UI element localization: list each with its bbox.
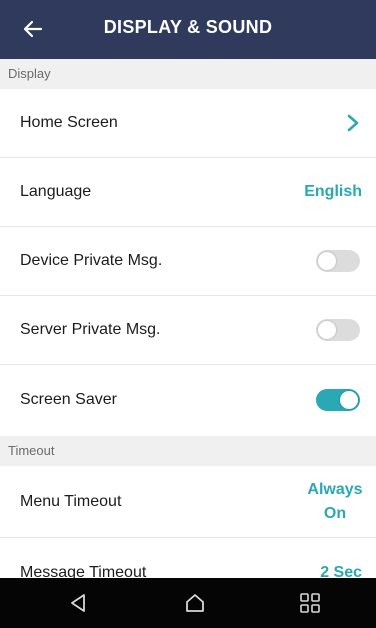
toggle-knob: [318, 321, 336, 339]
server-private-msg-toggle[interactable]: [316, 319, 360, 341]
system-nav-bar: [0, 578, 376, 628]
display-sound-screen: DISPLAY & SOUND Display Home Screen Lang…: [0, 0, 376, 628]
nav-home-button[interactable]: [183, 591, 207, 615]
server-private-msg-label: Server Private Msg.: [20, 321, 161, 338]
device-private-msg-row: Device Private Msg.: [0, 227, 376, 296]
toggle-knob: [318, 252, 336, 270]
menu-timeout-value-line2: On: [323, 504, 347, 522]
section-header-timeout: Timeout: [0, 436, 376, 466]
section-header-display: Display: [0, 59, 376, 89]
home-icon: [186, 594, 204, 612]
grid-icon: [300, 593, 320, 613]
triangle-back-icon: [71, 594, 85, 612]
home-screen-label: Home Screen: [20, 114, 118, 131]
menu-timeout-label: Menu Timeout: [20, 492, 122, 510]
menu-timeout-value-line1: Always: [307, 480, 363, 498]
server-private-msg-row: Server Private Msg.: [0, 296, 376, 365]
app-header: DISPLAY & SOUND: [0, 0, 376, 59]
language-label: Language: [20, 183, 92, 200]
menu-timeout-value: Always On: [300, 478, 370, 526]
chevron-right-icon: [347, 114, 359, 132]
screen-saver-row: Screen Saver: [0, 365, 376, 434]
nav-recent-button[interactable]: [298, 591, 322, 615]
nav-back-button[interactable]: [67, 591, 91, 615]
toggle-knob: [340, 390, 358, 409]
screen-saver-toggle[interactable]: [316, 388, 360, 411]
language-row[interactable]: Language English: [0, 158, 376, 227]
page-title: DISPLAY & SOUND: [103, 17, 273, 37]
screen-saver-label: Screen Saver: [20, 390, 117, 408]
language-value: English: [304, 183, 362, 200]
device-private-msg-toggle[interactable]: [316, 250, 360, 272]
device-private-msg-label: Device Private Msg.: [20, 252, 163, 269]
home-screen-row[interactable]: Home Screen: [0, 89, 376, 158]
menu-timeout-row[interactable]: Menu Timeout Always On: [0, 466, 376, 538]
